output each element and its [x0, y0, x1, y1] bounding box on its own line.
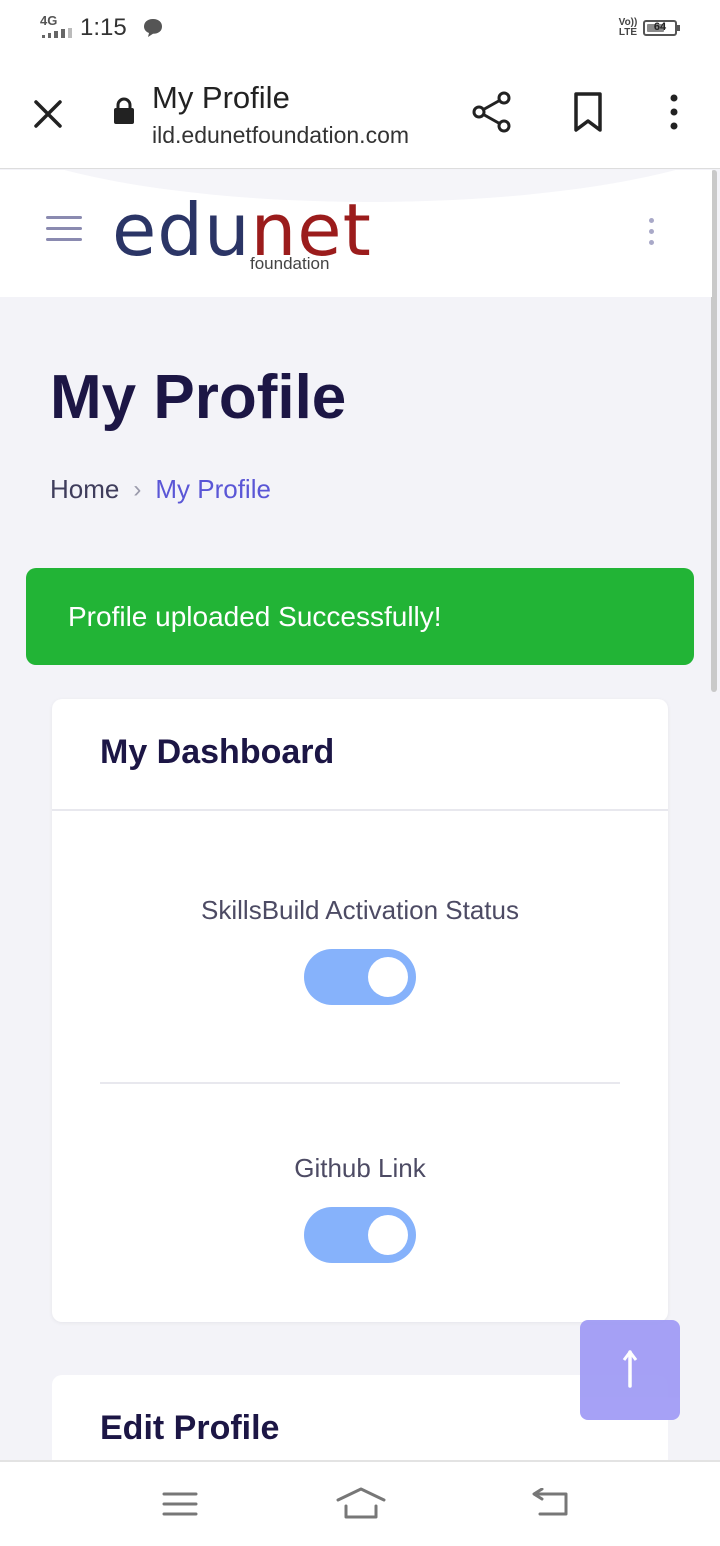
edit-profile-title: Edit Profile: [100, 1409, 280, 1447]
logo-text: edunet: [112, 188, 372, 272]
network-type: 4G: [40, 13, 58, 28]
toggle-knob: [368, 1215, 408, 1255]
dashboard-card: My Dashboard SkillsBuild Activation Stat…: [52, 699, 668, 1322]
signal-icon: [42, 28, 72, 38]
scroll-to-top-button[interactable]: [580, 1320, 680, 1420]
browser-url[interactable]: ild.edunetfoundation.com: [152, 122, 409, 149]
success-alert: Profile uploaded Successfully!: [26, 568, 694, 665]
field-divider: [100, 1082, 620, 1084]
system-navigation-bar: [0, 1460, 720, 1546]
close-icon[interactable]: [28, 94, 68, 134]
logo-subtext: foundation: [250, 254, 330, 273]
back-icon[interactable]: [528, 1488, 570, 1518]
browser-page-title[interactable]: My Profile: [152, 80, 290, 116]
page-title: My Profile: [50, 363, 347, 432]
edunet-logo[interactable]: edunet foundation: [112, 190, 371, 280]
home-icon[interactable]: [334, 1486, 388, 1520]
site-header: edunet foundation: [0, 170, 712, 297]
more-vert-icon[interactable]: [660, 90, 688, 134]
skillsbuild-status-label: SkillsBuild Activation Status: [201, 895, 519, 925]
battery-level: 64: [653, 21, 667, 33]
hamburger-menu-icon[interactable]: [46, 216, 82, 242]
browser-toolbar: My Profile ild.edunetfoundation.com: [0, 56, 720, 169]
status-bar: 4G 1:15 Vo)) LTE 64: [0, 0, 720, 56]
clock: 1:15: [80, 14, 127, 41]
lock-icon[interactable]: [112, 96, 136, 126]
message-icon: [144, 19, 162, 37]
header-more-icon[interactable]: [644, 218, 658, 252]
card-divider: [52, 809, 668, 811]
battery-cap: [677, 25, 680, 31]
bookmark-icon[interactable]: [568, 90, 608, 134]
github-link-toggle[interactable]: [304, 1207, 416, 1263]
breadcrumb: Home › My Profile: [50, 474, 271, 505]
toggle-knob: [368, 957, 408, 997]
breadcrumb-current: My Profile: [155, 474, 271, 504]
share-icon[interactable]: [470, 90, 514, 134]
volte-label: Vo)) LTE: [618, 17, 638, 38]
battery-icon: 64: [643, 20, 677, 36]
dashboard-title: My Dashboard: [100, 733, 335, 771]
recent-apps-icon[interactable]: [162, 1490, 198, 1518]
github-link-label: Github Link: [294, 1153, 426, 1183]
skillsbuild-status-toggle[interactable]: [304, 949, 416, 1005]
arrow-up-icon: [622, 1350, 638, 1388]
breadcrumb-home[interactable]: Home: [50, 474, 119, 505]
breadcrumb-separator: ›: [133, 475, 142, 503]
